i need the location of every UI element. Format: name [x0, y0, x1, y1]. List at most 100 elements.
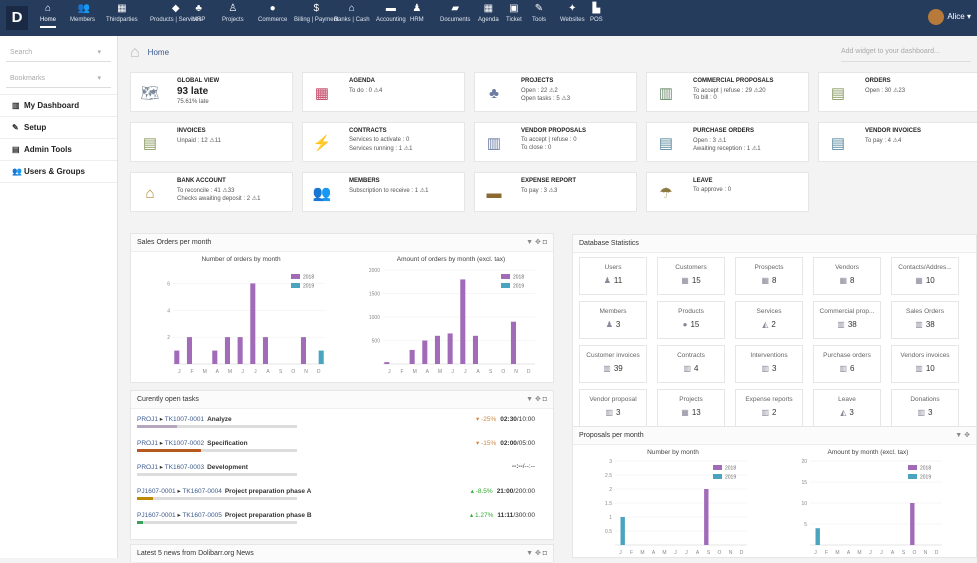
x-tick-label: S — [489, 369, 493, 375]
menu-billing-payment[interactable]: $ Billing | Payment — [294, 4, 339, 24]
stat-products[interactable]: Products ● 15 — [657, 301, 725, 339]
project-ref[interactable]: PJ1607-0001 — [137, 512, 176, 519]
table-row[interactable]: PJ1607-0001 ▸ TK1607-0004 Project prepara… — [137, 485, 535, 503]
stat-customers[interactable]: Customers ▦ 15 — [657, 257, 725, 295]
task-ref[interactable]: TK1607-0005 — [182, 512, 221, 519]
box-expense-report[interactable]: ▬ EXPENSE REPORT To pay : 3 ⚠3 — [474, 172, 637, 212]
box-projects[interactable]: ♣ PROJECTS Open : 22 ⚠2 Open tasks : 5 ⚠3 — [474, 72, 637, 112]
stat-leave[interactable]: Leave ◭ 3 — [813, 389, 881, 427]
box-global-view[interactable]: 🗺 GLOBAL VIEW 93 late 75.61% late — [130, 72, 293, 112]
menu-thirdparties[interactable]: ▦ Thirdparties — [106, 4, 138, 24]
stat-vendors[interactable]: Vendors ▦ 8 — [813, 257, 881, 295]
task-ref[interactable]: TK1007-0001 — [165, 416, 204, 423]
box-title: LEAVE — [693, 178, 713, 184]
stat-commercial-prop-[interactable]: Commercial prop... ▥ 38 — [813, 301, 881, 339]
x-tick-label: D — [527, 369, 531, 375]
stat-projects[interactable]: Projects ▦ 13 — [657, 389, 725, 427]
box-title: INVOICES — [177, 128, 206, 134]
box-commercial-proposals[interactable]: ▥ COMMERCIAL PROPOSALS To accept | refuse … — [646, 72, 809, 112]
menu-agenda[interactable]: ▦ Agenda — [478, 4, 499, 24]
sidebar-item-my-dashboard[interactable]: ▥ My Dashboard — [0, 95, 117, 117]
sidebar-item-label: Users & Groups — [24, 167, 85, 176]
stat-vendors-invoices[interactable]: Vendors invoices ▥ 10 — [891, 345, 959, 383]
menu-websites[interactable]: ✦ Websites — [560, 4, 585, 24]
stat-expense-reports[interactable]: Expense reports ▥ 2 — [735, 389, 803, 427]
stat-value: 6 — [850, 364, 855, 373]
menu-projects[interactable]: ♙ Projects — [222, 4, 244, 24]
project-ref[interactable]: PROJ1 — [137, 416, 158, 423]
box-bank-account[interactable]: ⌂ BANK ACCOUNT To reconcile : 41 ⚠33 Checks… — [130, 172, 293, 212]
vendor-invoice-icon: ▥ — [915, 364, 923, 373]
breadcrumb-home[interactable]: Home — [148, 48, 169, 57]
stat-contracts[interactable]: Contracts ▥ 4 — [657, 345, 725, 383]
table-row[interactable]: PROJ1 ▸ TK1607-0003 Development --:--/--:-… — [137, 461, 535, 479]
stat-label: Purchase orders — [823, 352, 871, 359]
search-select[interactable]: Search ▾ — [6, 44, 111, 62]
user-menu[interactable]: Alice ▾ — [928, 9, 971, 25]
dolibarr-logo[interactable]: D — [6, 6, 28, 30]
sidebar-item-setup[interactable]: ✎ Setup — [0, 117, 117, 139]
x-tick-label: J — [814, 550, 817, 556]
box-invoices[interactable]: ▤ INVOICES Unpaid : 12 ⚠11 — [130, 122, 293, 162]
menu-ticket[interactable]: ▣ Ticket — [506, 4, 522, 24]
menu-hrm[interactable]: ♟ HRM — [410, 4, 424, 24]
users-icon: 👥 — [12, 167, 22, 176]
menu-tools[interactable]: ✎ Tools — [532, 4, 546, 24]
donation-icon: ▥ — [917, 408, 926, 417]
stat-services[interactable]: Services ◭ 2 — [735, 301, 803, 339]
bar — [422, 340, 428, 364]
stat-sales-orders[interactable]: Sales Orders ▥ 38 — [891, 301, 959, 339]
stat-prospects[interactable]: Prospects ▦ 8 — [735, 257, 803, 295]
table-row[interactable]: PROJ1 ▸ TK1007-0002 Specification ▾ -15% 02… — [137, 437, 535, 455]
menu-banks-cash[interactable]: ⌂ Banks | Cash — [334, 4, 370, 24]
bookmarks-select[interactable]: Bookmarks ▾ — [6, 70, 111, 88]
stat-customer-invoices[interactable]: Customer invoices ▥ 39 — [579, 345, 647, 383]
database-statistics-panel: Database Statistics Users ♟ 11 Customers ▦ 15… — [572, 234, 977, 444]
stat-donations[interactable]: Donations ▥ 3 — [891, 389, 959, 427]
menu-members[interactable]: 👥 Members — [70, 4, 95, 24]
panel-tools-icon[interactable]: ▼ ✥ ◘ — [526, 545, 547, 563]
stat-vendor-proposal[interactable]: Vendor proposal ▥ 3 — [579, 389, 647, 427]
stat-value: 8 — [772, 276, 777, 285]
menu-commerce[interactable]: ● Commerce — [258, 4, 287, 24]
table-row[interactable]: PJ1607-0001 ▸ TK1607-0005 Project prepara… — [137, 509, 535, 527]
panel-tools-icon[interactable]: ▼ ✥ ◘ — [526, 391, 547, 409]
sidebar-item-admin-tools[interactable]: ▤ Admin Tools — [0, 139, 117, 161]
project-ref[interactable]: PROJ1 — [137, 440, 158, 447]
box-purchase-orders[interactable]: ▤ PURCHASE ORDERS Open : 3 ⚠1 Awaiting rece… — [646, 122, 809, 162]
task-ref[interactable]: TK1607-0003 — [165, 464, 204, 471]
purchase-order-icon: ▤ — [658, 135, 674, 152]
box-vendor-proposals[interactable]: ▥ VENDOR PROPOSALS To accept | refuse : 0 T… — [474, 122, 637, 162]
bank-icon: ⌂ — [348, 3, 355, 14]
box-vendor-invoices[interactable]: ▤ VENDOR INVOICES To pay : 4 ⚠4 — [818, 122, 977, 162]
box-orders[interactable]: ▤ ORDERS Open : 30 ⚠23 — [818, 72, 977, 112]
project-ref[interactable]: PJ1607-0001 — [137, 488, 176, 495]
box-line: To pay : 3 ⚠3 — [521, 188, 558, 194]
main-content: ⌂ Home Add widget to your dashboard... 🗺 G… — [118, 36, 977, 563]
sidebar-item-users-groups[interactable]: 👥 Users & Groups — [0, 161, 117, 183]
panel-tools-icon[interactable]: ▼ ✥ ◘ — [526, 234, 547, 252]
box-agenda[interactable]: ▦ AGENDA To do : 0 ⚠4 — [302, 72, 465, 112]
project-ref[interactable]: PROJ1 — [137, 464, 158, 471]
stat-contacts-addres-[interactable]: Contacts/Addres... ▦ 10 — [891, 257, 959, 295]
menu-mrp[interactable]: ♣ MRP — [192, 4, 205, 24]
menu-accounting[interactable]: ▬ Accounting — [376, 4, 406, 24]
stat-users[interactable]: Users ♟ 11 — [579, 257, 647, 295]
menu-home[interactable]: ⌂ Home — [40, 4, 57, 28]
box-contracts[interactable]: ⚡ CONTRACTS Services to activate : 0 Servic… — [302, 122, 465, 162]
stat-interventions[interactable]: Interventions ▥ 3 — [735, 345, 803, 383]
add-widget-select[interactable]: Add widget to your dashboard... — [841, 48, 971, 62]
stat-purchase-orders[interactable]: Purchase orders ▥ 6 — [813, 345, 881, 383]
x-tick-label: A — [696, 550, 700, 556]
task-delta: ▾ -25% — [476, 416, 497, 423]
menu-pos[interactable]: ▙ POS — [590, 4, 603, 24]
task-progress-fill — [137, 425, 177, 428]
panel-tools-icon[interactable]: ▼ ✥ — [955, 427, 970, 445]
task-ref[interactable]: TK1607-0004 — [182, 488, 221, 495]
box-leave[interactable]: ☂ LEAVE To approve : 0 — [646, 172, 809, 212]
box-members[interactable]: 👥 MEMBERS Subscription to receive : 1 ⚠1 — [302, 172, 465, 212]
task-ref[interactable]: TK1007-0002 — [165, 440, 204, 447]
menu-documents[interactable]: ▰ Documents — [440, 4, 470, 24]
stat-members[interactable]: Members ♟ 3 — [579, 301, 647, 339]
table-row[interactable]: PROJ1 ▸ TK1007-0001 Analyze ▾ -25% 02:30/10… — [137, 413, 535, 431]
